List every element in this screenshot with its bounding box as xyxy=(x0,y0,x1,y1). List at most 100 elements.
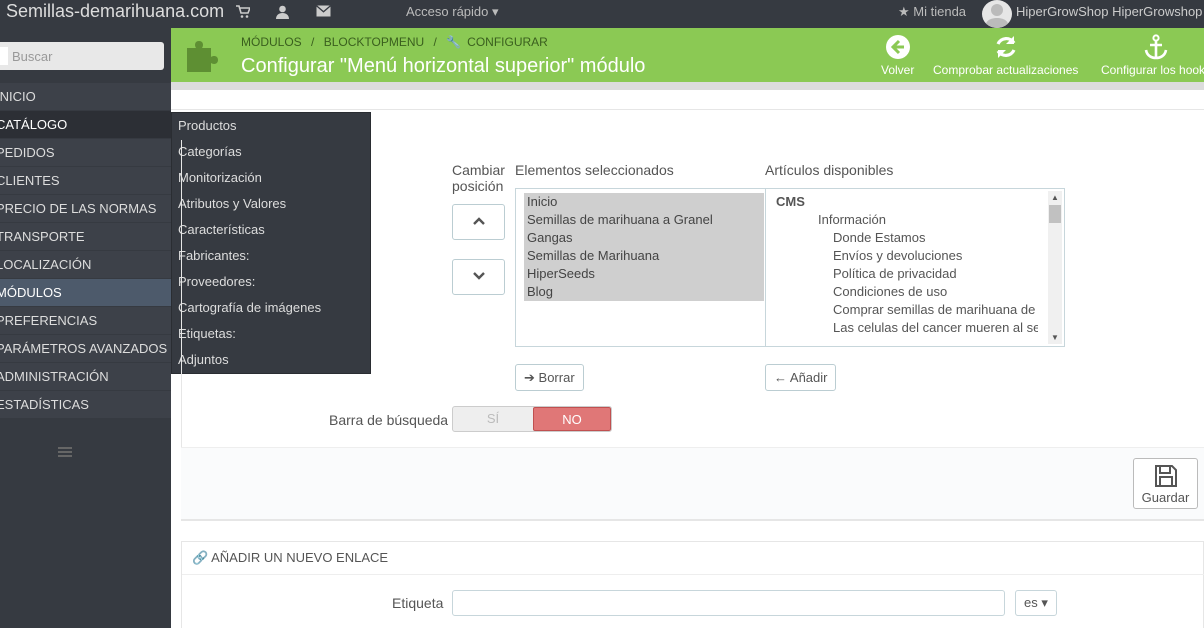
divider xyxy=(182,574,1204,575)
sidebar-item-transporte[interactable]: TRANSPORTE xyxy=(0,223,171,251)
search-input[interactable] xyxy=(12,42,160,70)
submenu-item-caracteristicas[interactable]: Características xyxy=(172,217,370,243)
list-item[interactable]: Comprar semillas de marihuana de fe xyxy=(766,301,1038,319)
submenu-item-monitorizacion[interactable]: Monitorización xyxy=(172,165,370,191)
cart-icon[interactable] xyxy=(236,5,252,21)
sidebar: INICIO CATÁLOGO PEDIDOS CLIENTES PRECIO … xyxy=(0,28,171,628)
breadcrumb-separator: / xyxy=(433,35,437,49)
search-bar-label: Barra de búsqueda xyxy=(329,412,449,428)
scroll-down-icon[interactable]: ▼ xyxy=(1051,333,1059,342)
panel-heading xyxy=(171,90,1204,110)
user-name[interactable]: HiperGrowShop HiperGrowshop xyxy=(1016,4,1202,19)
new-link-heading-text: AÑADIR UN NUEVO ENLACE xyxy=(211,550,389,565)
delete-button[interactable]: ➔ Borrar xyxy=(515,364,584,391)
arrow-right-icon: ➔ xyxy=(524,370,535,385)
move-up-button[interactable] xyxy=(452,204,505,240)
list-item[interactable]: Gangas xyxy=(524,229,764,247)
list-item[interactable]: Condiciones de uso xyxy=(766,283,1038,301)
configure-hooks-button[interactable]: Configurar los hooks xyxy=(1101,34,1204,77)
label-input[interactable] xyxy=(452,590,1005,616)
sidebar-item-precio-normas[interactable]: PRECIO DE LAS NORMAS xyxy=(0,195,171,223)
save-button[interactable]: Guardar xyxy=(1133,458,1198,509)
list-item[interactable]: Semillas de Marihuana xyxy=(524,247,764,265)
selected-items-label: Elementos seleccionados xyxy=(515,162,674,178)
quick-access-menu[interactable]: Acceso rápido ▾ xyxy=(406,4,499,20)
list-item[interactable]: Información xyxy=(766,211,1038,229)
submenu-item-proveedores[interactable]: Proveedores: xyxy=(172,269,370,295)
submenu-item-adjuntos[interactable]: Adjuntos xyxy=(172,347,370,373)
arrow-left-icon: ← xyxy=(774,370,787,385)
submenu-item-atributos[interactable]: Atributos y Valores xyxy=(172,191,370,217)
available-items-label: Artículos disponibles xyxy=(765,162,894,178)
avatar[interactable] xyxy=(982,0,1012,28)
toggle-no[interactable]: NO xyxy=(533,407,611,431)
chevron-up-icon xyxy=(473,217,485,225)
breadcrumb: MÓDULOS / BLOCKTOPMENU / 🔧 CONFIGURAR xyxy=(241,35,554,49)
available-items-list[interactable]: CMS Información Donde Estamos Envíos y d… xyxy=(765,188,1065,347)
refresh-icon xyxy=(996,36,1016,58)
catalog-submenu: Productos Categorías Monitorización Atri… xyxy=(171,112,371,374)
my-store-label: Mi tienda xyxy=(913,4,967,19)
list-item[interactable]: Política de privacidad xyxy=(766,265,1038,283)
toggle-yes[interactable]: SÍ xyxy=(453,407,533,431)
sidebar-item-administracion[interactable]: ADMINISTRACIÓN xyxy=(0,363,171,391)
sidebar-item-estadisticas[interactable]: ESTADÍSTICAS xyxy=(0,391,171,419)
search-bar-toggle[interactable]: SÍ NO xyxy=(452,406,612,432)
submenu-item-categorias[interactable]: Categorías xyxy=(172,139,370,165)
user-icon[interactable] xyxy=(276,5,292,21)
menu-collapse-icon[interactable] xyxy=(58,446,74,458)
breadcrumb-modulos[interactable]: MÓDULOS xyxy=(241,35,302,49)
back-arrow-icon xyxy=(885,35,910,59)
save-label: Guardar xyxy=(1141,490,1190,505)
list-item[interactable]: Donde Estamos xyxy=(766,229,1038,247)
language-select[interactable]: es ▾ xyxy=(1015,590,1057,616)
link-icon: 🔗 xyxy=(192,550,209,565)
brand-link[interactable]: Semillas-demarihuana.com xyxy=(6,1,224,22)
sidebar-item-localizacion[interactable]: LOCALIZACIÓN xyxy=(0,251,171,279)
breadcrumb-configurar: CONFIGURAR xyxy=(467,35,548,49)
selected-items-list[interactable]: Inicio Semillas de marihuana a Granel Ga… xyxy=(515,188,766,347)
sidebar-item-pedidos[interactable]: PEDIDOS xyxy=(0,139,171,167)
search-icon[interactable] xyxy=(0,47,8,65)
add-label: Añadir xyxy=(789,370,828,385)
breadcrumb-blocktopmenu[interactable]: BLOCKTOPMENU xyxy=(324,35,424,49)
list-item[interactable]: Las celulas del cancer mueren al ser xyxy=(766,319,1038,337)
scrollbar-thumb[interactable] xyxy=(1049,205,1061,223)
scroll-up-icon[interactable]: ▲ xyxy=(1051,193,1059,202)
back-button[interactable]: Volver xyxy=(881,34,914,77)
floppy-disk-icon xyxy=(1154,465,1177,487)
check-updates-button[interactable]: Comprobar actualizaciones xyxy=(933,34,1078,77)
panel-footer xyxy=(181,447,1204,521)
change-position-label-line1: Cambiar xyxy=(452,162,505,178)
scrollbar[interactable]: ▲ ▼ xyxy=(1048,191,1062,344)
configure-hooks-label: Configurar los hooks xyxy=(1101,63,1204,77)
star-icon: ★ xyxy=(898,4,910,19)
submenu-item-etiquetas[interactable]: Etiquetas: xyxy=(172,321,370,347)
anchor-icon xyxy=(1144,34,1168,60)
list-item[interactable]: HiperSeeds xyxy=(524,265,764,283)
move-down-button[interactable] xyxy=(452,259,505,295)
sidebar-item-modulos[interactable]: MÓDULOS xyxy=(0,279,171,307)
add-button[interactable]: ← Añadir xyxy=(765,364,837,391)
list-item[interactable]: Blog xyxy=(524,283,764,301)
list-item[interactable]: Envíos y devoluciones xyxy=(766,247,1038,265)
sidebar-item-parametros[interactable]: PARÁMETROS AVANZADOS xyxy=(0,335,171,363)
sidebar-item-clientes[interactable]: CLIENTES xyxy=(0,167,171,195)
list-item[interactable]: Inicio xyxy=(524,193,764,211)
header-divider xyxy=(171,82,1204,90)
list-item[interactable]: CMS xyxy=(766,193,1038,211)
sidebar-item-inicio[interactable]: INICIO xyxy=(0,83,171,111)
page-header: MÓDULOS / BLOCKTOPMENU / 🔧 CONFIGURAR Con… xyxy=(171,28,1204,82)
puzzle-icon xyxy=(183,34,227,76)
language-label: es xyxy=(1024,595,1038,610)
my-store-link[interactable]: ★ Mi tienda xyxy=(898,4,966,20)
submenu-item-productos[interactable]: Productos xyxy=(172,113,370,139)
submenu-item-fabricantes[interactable]: Fabricantes: xyxy=(172,243,370,269)
envelope-icon[interactable] xyxy=(316,5,332,21)
chevron-down-icon xyxy=(473,272,485,280)
change-position-label: Cambiar posición xyxy=(452,162,505,194)
sidebar-item-preferencias[interactable]: PREFERENCIAS xyxy=(0,307,171,335)
submenu-item-cartografia[interactable]: Cartografía de imágenes xyxy=(172,295,370,321)
sidebar-item-catalogo[interactable]: CATÁLOGO xyxy=(0,111,171,139)
list-item[interactable]: Semillas de marihuana a Granel xyxy=(524,211,764,229)
